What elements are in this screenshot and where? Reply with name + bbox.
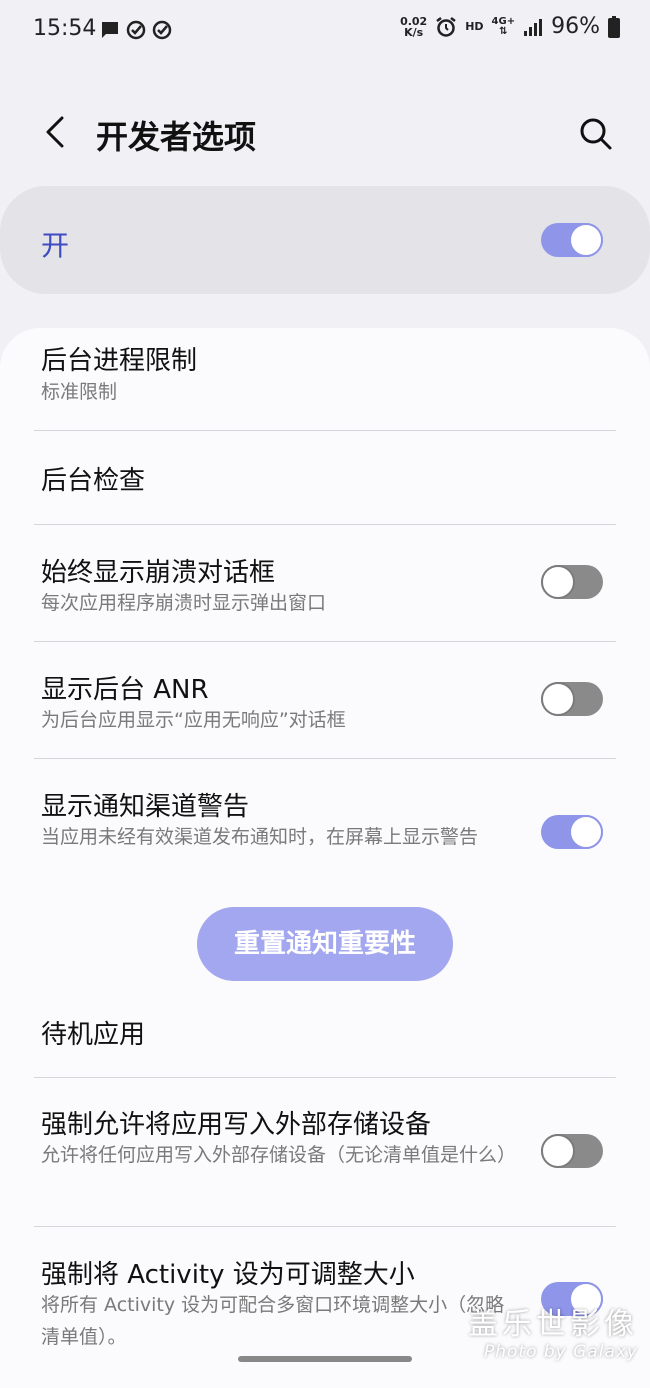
signal-icon [524, 18, 543, 36]
setting-title: 后台进程限制 [41, 346, 198, 376]
developer-options-master-switch[interactable]: 开 [0, 186, 650, 294]
setting-subtitle: 允许将任何应用写入外部存储设备（无论清单值是什么） [41, 1144, 517, 1166]
master-switch-label: 开 [41, 229, 70, 262]
net-speed-value: 0.02 [400, 14, 428, 28]
crash-dialog-toggle[interactable] [541, 565, 603, 599]
alarm-icon [436, 16, 456, 37]
data-arrows-icon: ⇅ [499, 25, 508, 37]
check-circle-icon [126, 20, 146, 40]
toggle-knob [541, 565, 575, 599]
setting-title: 显示后台 ANR [41, 675, 209, 705]
master-toggle[interactable] [541, 223, 603, 257]
setting-title: 始终显示崩溃对话框 [41, 558, 276, 588]
setting-title: 强制允许将应用写入外部存储设备 [41, 1110, 432, 1140]
message-icon [102, 22, 118, 38]
notification-channel-warnings-toggle[interactable] [541, 815, 603, 849]
watermark-line1: 盖乐世影像 [468, 1307, 638, 1342]
setting-show-background-anr[interactable]: 显示后台 ANR 为后台应用显示“应用无响应”对话框 [0, 642, 650, 758]
toggle-knob [569, 815, 603, 849]
setting-show-notification-channel-warnings[interactable]: 显示通知渠道警告 当应用未经有效渠道发布通知时，在屏幕上显示警告 [0, 759, 650, 889]
setting-title: 显示通知渠道警告 [41, 792, 250, 822]
back-button[interactable] [38, 112, 78, 152]
search-icon [580, 118, 612, 150]
network-label: 4G+ [491, 15, 516, 27]
setting-title: 后台检查 [41, 466, 146, 496]
setting-background-check[interactable]: 后台检查 [0, 431, 650, 524]
reset-notification-importance-button[interactable]: 重置通知重要性 [197, 907, 453, 981]
back-arrow-icon [46, 116, 64, 148]
app-header: 开发者选项 [0, 100, 650, 166]
home-indicator[interactable] [238, 1356, 412, 1362]
external-storage-toggle[interactable] [541, 1134, 603, 1168]
net-speed: 0.02 K/s [400, 16, 427, 38]
notification-icons [100, 20, 172, 40]
page-title: 开发者选项 [96, 118, 257, 156]
setting-subtitle: 每次应用程序崩溃时显示弹出窗口 [41, 592, 327, 614]
status-bar: 15:54 0.02 K/s HD 4G+ ⇅ 96% [0, 0, 650, 60]
background-anr-toggle[interactable] [541, 682, 603, 716]
battery-percent: 96% [551, 14, 600, 39]
toggle-knob [541, 682, 575, 716]
setting-subtitle: 将所有 Activity 设为可配合多窗口环境调整大小（忽略清单值）。 [41, 1294, 505, 1348]
setting-background-process-limit[interactable]: 后台进程限制 标准限制 [0, 338, 650, 430]
check-circle-icon [152, 20, 172, 40]
setting-force-allow-external-storage[interactable]: 强制允许将应用写入外部存储设备 允许将任何应用写入外部存储设备（无论清单值是什么… [0, 1078, 650, 1226]
watermark-line2: Photo by Galaxy [483, 1342, 638, 1362]
setting-always-show-crash-dialog[interactable]: 始终显示崩溃对话框 每次应用程序崩溃时显示弹出窗口 [0, 525, 650, 641]
setting-standby-apps[interactable]: 待机应用 [0, 990, 650, 1077]
toggle-knob [541, 1134, 575, 1168]
toggle-knob [569, 223, 603, 257]
setting-title: 强制将 Activity 设为可调整大小 [41, 1260, 415, 1290]
net-speed-unit: K/s [404, 25, 424, 39]
setting-title: 待机应用 [41, 1020, 146, 1050]
battery-icon [608, 15, 620, 38]
setting-subtitle: 当应用未经有效渠道发布通知时，在屏幕上显示警告 [41, 826, 479, 848]
setting-subtitle: 为后台应用显示“应用无响应”对话框 [41, 709, 346, 731]
status-right: 0.02 K/s HD 4G+ ⇅ 96% [400, 14, 620, 39]
watermark: 盖乐世影像 Photo by Galaxy [468, 1307, 638, 1363]
hd-badge: HD [465, 20, 484, 33]
network-type: 4G+ ⇅ [491, 15, 516, 37]
status-time: 15:54 [33, 16, 97, 41]
search-button[interactable] [575, 113, 615, 153]
setting-subtitle: 标准限制 [41, 381, 118, 403]
